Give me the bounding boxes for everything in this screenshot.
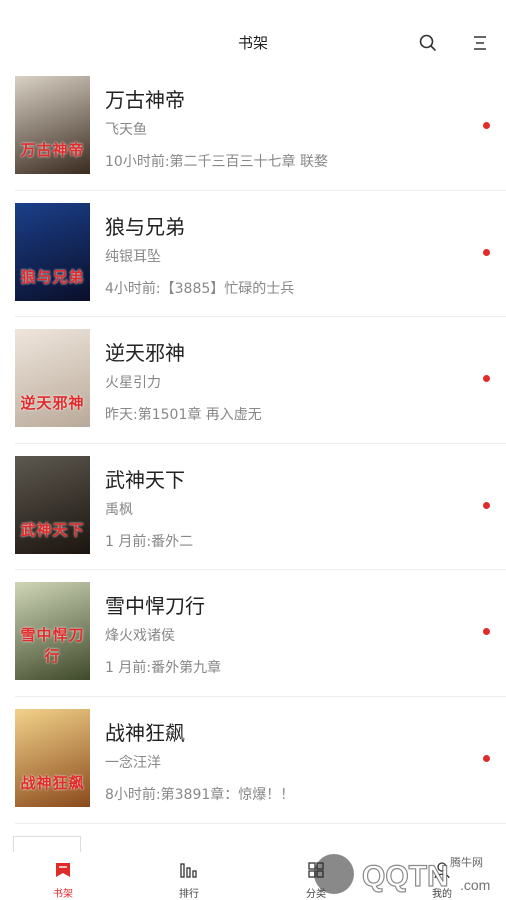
- watermark-logo: 腾牛网 QQTN .com: [300, 846, 506, 900]
- watermark-domain: .com: [460, 877, 490, 893]
- book-item[interactable]: 狼与兄弟 狼与兄弟 纯银耳坠 4小时前:【3885】忙碌的士兵: [15, 191, 506, 318]
- book-author: 烽火戏诸侯: [105, 628, 175, 645]
- cover-title: 战神狂飙: [20, 773, 85, 792]
- book-author: 飞天鱼: [105, 122, 147, 138]
- book-item[interactable]: 逆天邪神 逆天邪神 火星引力 昨天:第1501章 再入虚无: [15, 317, 506, 444]
- book-author: 纯银耳坠: [105, 248, 161, 265]
- book-item[interactable]: 万古神帝 万古神帝 飞天鱼 10小时前:第二千三百三十七章 联婺: [15, 64, 506, 191]
- unread-dot: [483, 122, 490, 129]
- book-title: 万古神帝: [105, 88, 185, 112]
- book-item[interactable]: 武神天下 武神天下 禹枫 1 月前:番外二: [15, 444, 506, 571]
- latest-chapter: 10小时前:第二千三百三十七章 联婺: [105, 154, 328, 170]
- watermark-logo-text: QQTN: [362, 860, 449, 893]
- tab-label: 书架: [53, 889, 73, 900]
- latest-chapter: 4小时前:【3885】忙碌的士兵: [105, 280, 295, 297]
- book-cover[interactable]: 战神狂飙: [15, 708, 90, 807]
- latest-chapter: 1 月前:番外二: [105, 533, 194, 550]
- unread-dot: [483, 628, 490, 636]
- ranking-icon: [180, 863, 197, 878]
- book-author: 禹枫: [105, 501, 133, 518]
- cover-title: 狼与兄弟: [20, 267, 85, 286]
- book-author: 火星引力: [105, 375, 161, 392]
- unread-dot: [483, 754, 490, 762]
- tab-label: 排行: [179, 889, 199, 900]
- tab-bookshelf[interactable]: 书架: [33, 852, 93, 900]
- tab-ranking[interactable]: 排行: [159, 852, 219, 900]
- latest-chapter: 8小时前:第3891章：惊爆！！: [105, 786, 295, 803]
- book-title: 战神狂飙: [105, 720, 185, 745]
- bookshelf-list: 万古神帝 万古神帝 飞天鱼 10小时前:第二千三百三十七章 联婺 狼与兄弟 狼与…: [0, 64, 506, 824]
- book-title: 雪中悍刀行: [105, 594, 205, 619]
- cover-title: 万古神帝: [20, 141, 85, 159]
- latest-chapter: 昨天:第1501章 再入虚无: [105, 407, 262, 424]
- unread-dot: [483, 501, 490, 509]
- book-cover[interactable]: 雪中悍刀行: [15, 582, 90, 681]
- search-icon[interactable]: [418, 33, 438, 53]
- unread-dot: [483, 375, 490, 383]
- book-item[interactable]: 战神狂飙 战神狂飙 一念汪洋 8小时前:第3891章：惊爆！！: [15, 697, 506, 824]
- book-title: 武神天下: [105, 467, 185, 492]
- book-title: 逆天邪神: [105, 341, 185, 366]
- cover-title: 雪中悍刀行: [20, 626, 85, 666]
- book-cover[interactable]: 万古神帝: [15, 76, 90, 174]
- book-cover[interactable]: 狼与兄弟: [15, 202, 90, 301]
- book-author: 一念汪洋: [105, 754, 161, 771]
- cover-title: 逆天邪神: [20, 394, 85, 413]
- book-item[interactable]: 雪中悍刀行 雪中悍刀行 烽火戏诸侯 1 月前:番外第九章: [15, 570, 506, 697]
- menu-icon[interactable]: [470, 33, 490, 53]
- cover-title: 武神天下: [20, 520, 85, 539]
- unread-dot: [483, 248, 490, 256]
- book-cover[interactable]: 逆天邪神: [15, 329, 90, 428]
- book-cover[interactable]: 武神天下: [15, 455, 90, 554]
- watermark-brand: 腾牛网: [450, 855, 483, 869]
- book-title: 狼与兄弟: [105, 214, 185, 239]
- bookshelf-icon: [56, 863, 70, 877]
- latest-chapter: 1 月前:番外第九章: [105, 660, 222, 677]
